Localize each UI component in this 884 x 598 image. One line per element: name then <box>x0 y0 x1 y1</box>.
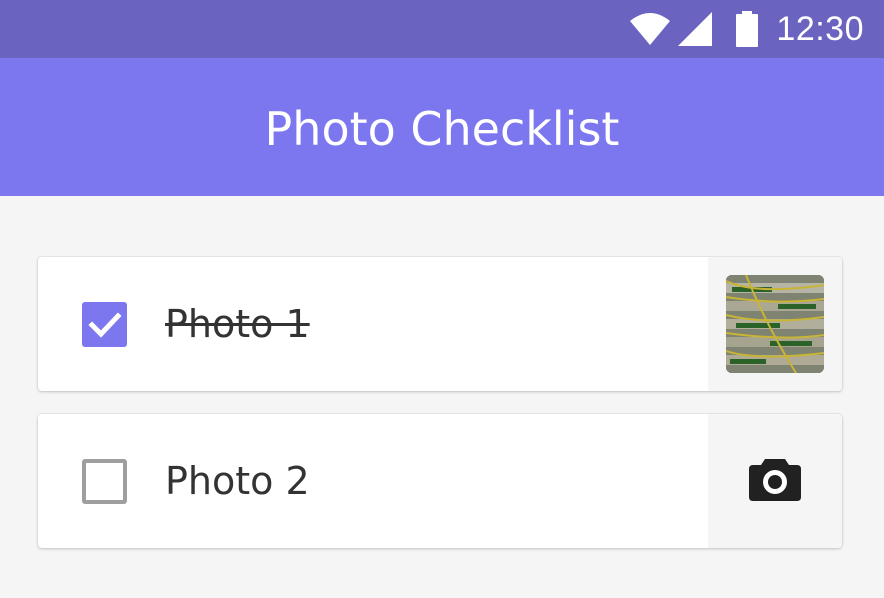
page-title: Photo Checklist <box>264 102 620 156</box>
app-bar: Photo Checklist <box>0 58 884 196</box>
item-label: Photo 1 <box>165 302 310 346</box>
photo-slot[interactable] <box>708 257 842 391</box>
item-label: Photo 2 <box>165 459 310 503</box>
checklist-item[interactable]: Photo 2 <box>38 414 842 548</box>
photo-slot[interactable] <box>708 414 842 548</box>
status-bar: 12:30 <box>0 0 884 58</box>
checklist-item[interactable]: Photo 1 <box>38 257 842 391</box>
battery-icon <box>736 11 759 47</box>
item-checkbox-unchecked[interactable] <box>82 459 127 504</box>
signal-icon <box>678 12 713 46</box>
wifi-icon <box>630 13 671 45</box>
status-time: 12:30 <box>776 9 864 48</box>
checkmark-icon <box>88 312 122 338</box>
photo-thumbnail[interactable] <box>726 275 824 373</box>
camera-icon[interactable] <box>749 457 801 505</box>
item-checkbox-checked[interactable] <box>82 302 127 347</box>
